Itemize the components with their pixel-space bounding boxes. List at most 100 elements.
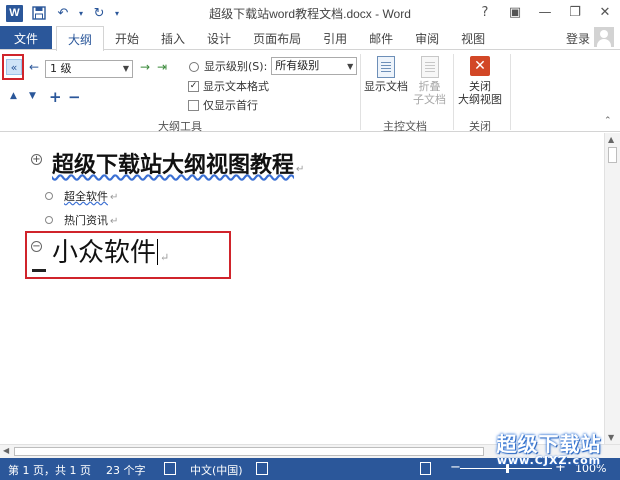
ribbon: « ← 1 级 ▼ → ⇥ ▲ ▼ + − 显示级别(S): 所有级别 ▼ ✓ … <box>0 49 620 133</box>
horizontal-scroll-thumb[interactable] <box>14 447 484 456</box>
list-item-text: 超全软件 <box>64 190 108 203</box>
body-text-bullet-icon[interactable] <box>45 216 53 224</box>
list-item[interactable]: 热门资讯 ↵ <box>64 212 118 228</box>
collapse-label-2: 子文档 <box>413 93 446 106</box>
save-icon[interactable] <box>31 4 47 22</box>
list-item[interactable]: 超全软件 ↵ <box>64 188 118 204</box>
tab-references[interactable]: 引用 <box>312 26 358 50</box>
macro-record-icon[interactable] <box>256 462 268 475</box>
close-outline-label-1: 关闭 <box>469 80 491 93</box>
heading2-text: 小众软件 <box>52 238 157 268</box>
close-outline-view-button[interactable]: ✕ 关闭 大纲视图 <box>458 56 502 106</box>
language-indicator[interactable]: 中文(中国) <box>190 462 243 478</box>
tab-design[interactable]: 设计 <box>196 26 242 50</box>
tab-home[interactable]: 开始 <box>104 26 150 50</box>
scroll-down-icon[interactable]: ▼ <box>608 433 614 442</box>
show-level-icon <box>188 60 200 72</box>
body-text-bullet-icon[interactable] <box>45 192 53 200</box>
tab-outline[interactable]: 大纲 <box>56 26 105 51</box>
promote-icon[interactable]: ← <box>29 60 39 74</box>
move-up-icon[interactable]: ▲ <box>10 91 17 101</box>
collapse-ribbon-icon[interactable]: ⌃ <box>604 116 612 126</box>
outline-level-dropdown[interactable]: 1 级 ▼ <box>45 60 133 78</box>
text-cursor <box>157 239 159 265</box>
demote-to-body-icon[interactable]: ⇥ <box>157 60 167 74</box>
show-text-format-label: 显示文本格式 <box>203 80 269 93</box>
heading1-text: 超级下载站大纲视图教程 <box>52 153 295 178</box>
show-text-format-row[interactable]: ✓ 显示文本格式 <box>188 78 269 94</box>
ribbon-display-options-icon[interactable]: ▣ <box>500 0 530 24</box>
scroll-up-icon[interactable]: ▲ <box>608 135 614 144</box>
restore-button[interactable]: ❐ <box>560 0 590 24</box>
close-window-button[interactable]: ✕ <box>590 0 620 24</box>
show-level-label: 显示级别(S): <box>204 60 268 73</box>
paragraph-mark: ↵ <box>296 164 305 175</box>
horizontal-scrollbar[interactable]: ◀ <box>0 444 620 458</box>
subdocument-icon <box>420 56 439 78</box>
zoom-in-icon[interactable]: + <box>555 460 566 475</box>
show-first-line-checkbox[interactable] <box>188 99 199 111</box>
group-divider <box>360 54 361 130</box>
word-app-icon[interactable]: W <box>6 4 23 22</box>
promote-to-heading1-icon[interactable]: « <box>6 59 22 75</box>
help-button[interactable]: ? <box>470 0 500 24</box>
expand-icon[interactable]: + <box>49 88 62 106</box>
redo-icon[interactable]: ↻ <box>91 4 107 22</box>
login-link[interactable]: 登录 <box>566 30 590 47</box>
customize-qat-icon[interactable]: ▾ <box>115 9 119 18</box>
tab-insert[interactable]: 插入 <box>150 26 196 50</box>
group-divider <box>453 54 454 130</box>
group-label-master-document: 主控文档 <box>383 120 427 133</box>
group-divider <box>510 54 511 130</box>
word-count[interactable]: 23 个字 <box>106 462 146 478</box>
close-icon: ✕ <box>470 56 490 76</box>
tab-mailings[interactable]: 邮件 <box>358 26 404 50</box>
chevron-down-icon: ▼ <box>347 62 354 71</box>
heading2-line[interactable]: 小众软件 ↵ <box>52 232 169 269</box>
group-label-close: 关闭 <box>469 120 491 133</box>
outline-level-value: 1 级 <box>50 62 72 75</box>
window-controls: ? ▣ — ❐ ✕ <box>470 0 620 24</box>
proofing-icon[interactable] <box>164 462 176 475</box>
show-level-dropdown[interactable]: 所有级别 ▼ <box>271 57 358 75</box>
ribbon-tabs: 文件 大纲 开始 插入 设计 页面布局 引用 邮件 审阅 视图 登录 <box>0 26 620 51</box>
show-first-line-label: 仅显示首行 <box>203 99 258 112</box>
minimize-button[interactable]: — <box>530 0 560 24</box>
paragraph-mark: ↵ <box>110 192 119 203</box>
scroll-thumb[interactable] <box>608 147 617 163</box>
group-label-outline-tools: 大纲工具 <box>158 120 202 133</box>
tab-file[interactable]: 文件 <box>0 26 52 50</box>
show-text-format-checkbox[interactable]: ✓ <box>188 80 199 92</box>
page-count[interactable]: 第 1 页，共 1 页 <box>8 462 91 478</box>
move-down-icon[interactable]: ▼ <box>29 91 36 101</box>
vertical-scrollbar[interactable]: ▲ ▼ <box>604 133 620 444</box>
zoom-level[interactable]: 100% <box>575 462 606 475</box>
collapse-label-1: 折叠 <box>418 80 441 93</box>
show-document-button[interactable]: 显示文档 <box>364 56 408 93</box>
collapse-icon[interactable]: − <box>68 88 81 106</box>
collapse-subdocuments-button[interactable]: 折叠 子文档 <box>413 56 446 106</box>
tab-review[interactable]: 审阅 <box>404 26 450 50</box>
expand-heading-icon[interactable]: + <box>31 154 42 165</box>
tab-view[interactable]: 视图 <box>450 26 496 50</box>
status-bar: 第 1 页，共 1 页 23 个字 中文(中国) − + 100% <box>0 458 620 480</box>
undo-icon[interactable]: ↶ <box>55 4 71 22</box>
document-icon <box>377 56 395 78</box>
show-first-line-row[interactable]: 仅显示首行 <box>188 97 258 113</box>
document-area[interactable]: + 超级下载站大纲视图教程 ↵ 超全软件 ↵ 热门资讯 ↵ − 小众软件 ↵ <box>0 133 604 444</box>
scroll-left-icon[interactable]: ◀ <box>3 446 9 455</box>
show-document-label: 显示文档 <box>364 80 408 93</box>
heading1-line[interactable]: 超级下载站大纲视图教程 ↵ <box>52 147 304 179</box>
undo-dropdown-icon[interactable]: ▾ <box>79 9 83 18</box>
empty-subheading-marker <box>32 269 46 272</box>
zoom-slider-thumb[interactable] <box>506 464 509 473</box>
tab-page-layout[interactable]: 页面布局 <box>242 26 312 50</box>
paragraph-mark: ↵ <box>110 216 119 227</box>
show-level-value: 所有级别 <box>275 59 320 72</box>
avatar[interactable] <box>594 27 614 47</box>
demote-icon[interactable]: → <box>140 60 150 74</box>
title-bar: W ↶ ▾ ↻ ▾ 超级下载站word教程文档.docx - Word ? ▣ … <box>0 0 620 26</box>
list-item-text: 热门资讯 <box>64 214 108 227</box>
read-mode-icon[interactable] <box>420 462 431 475</box>
collapse-heading-icon[interactable]: − <box>31 241 42 252</box>
